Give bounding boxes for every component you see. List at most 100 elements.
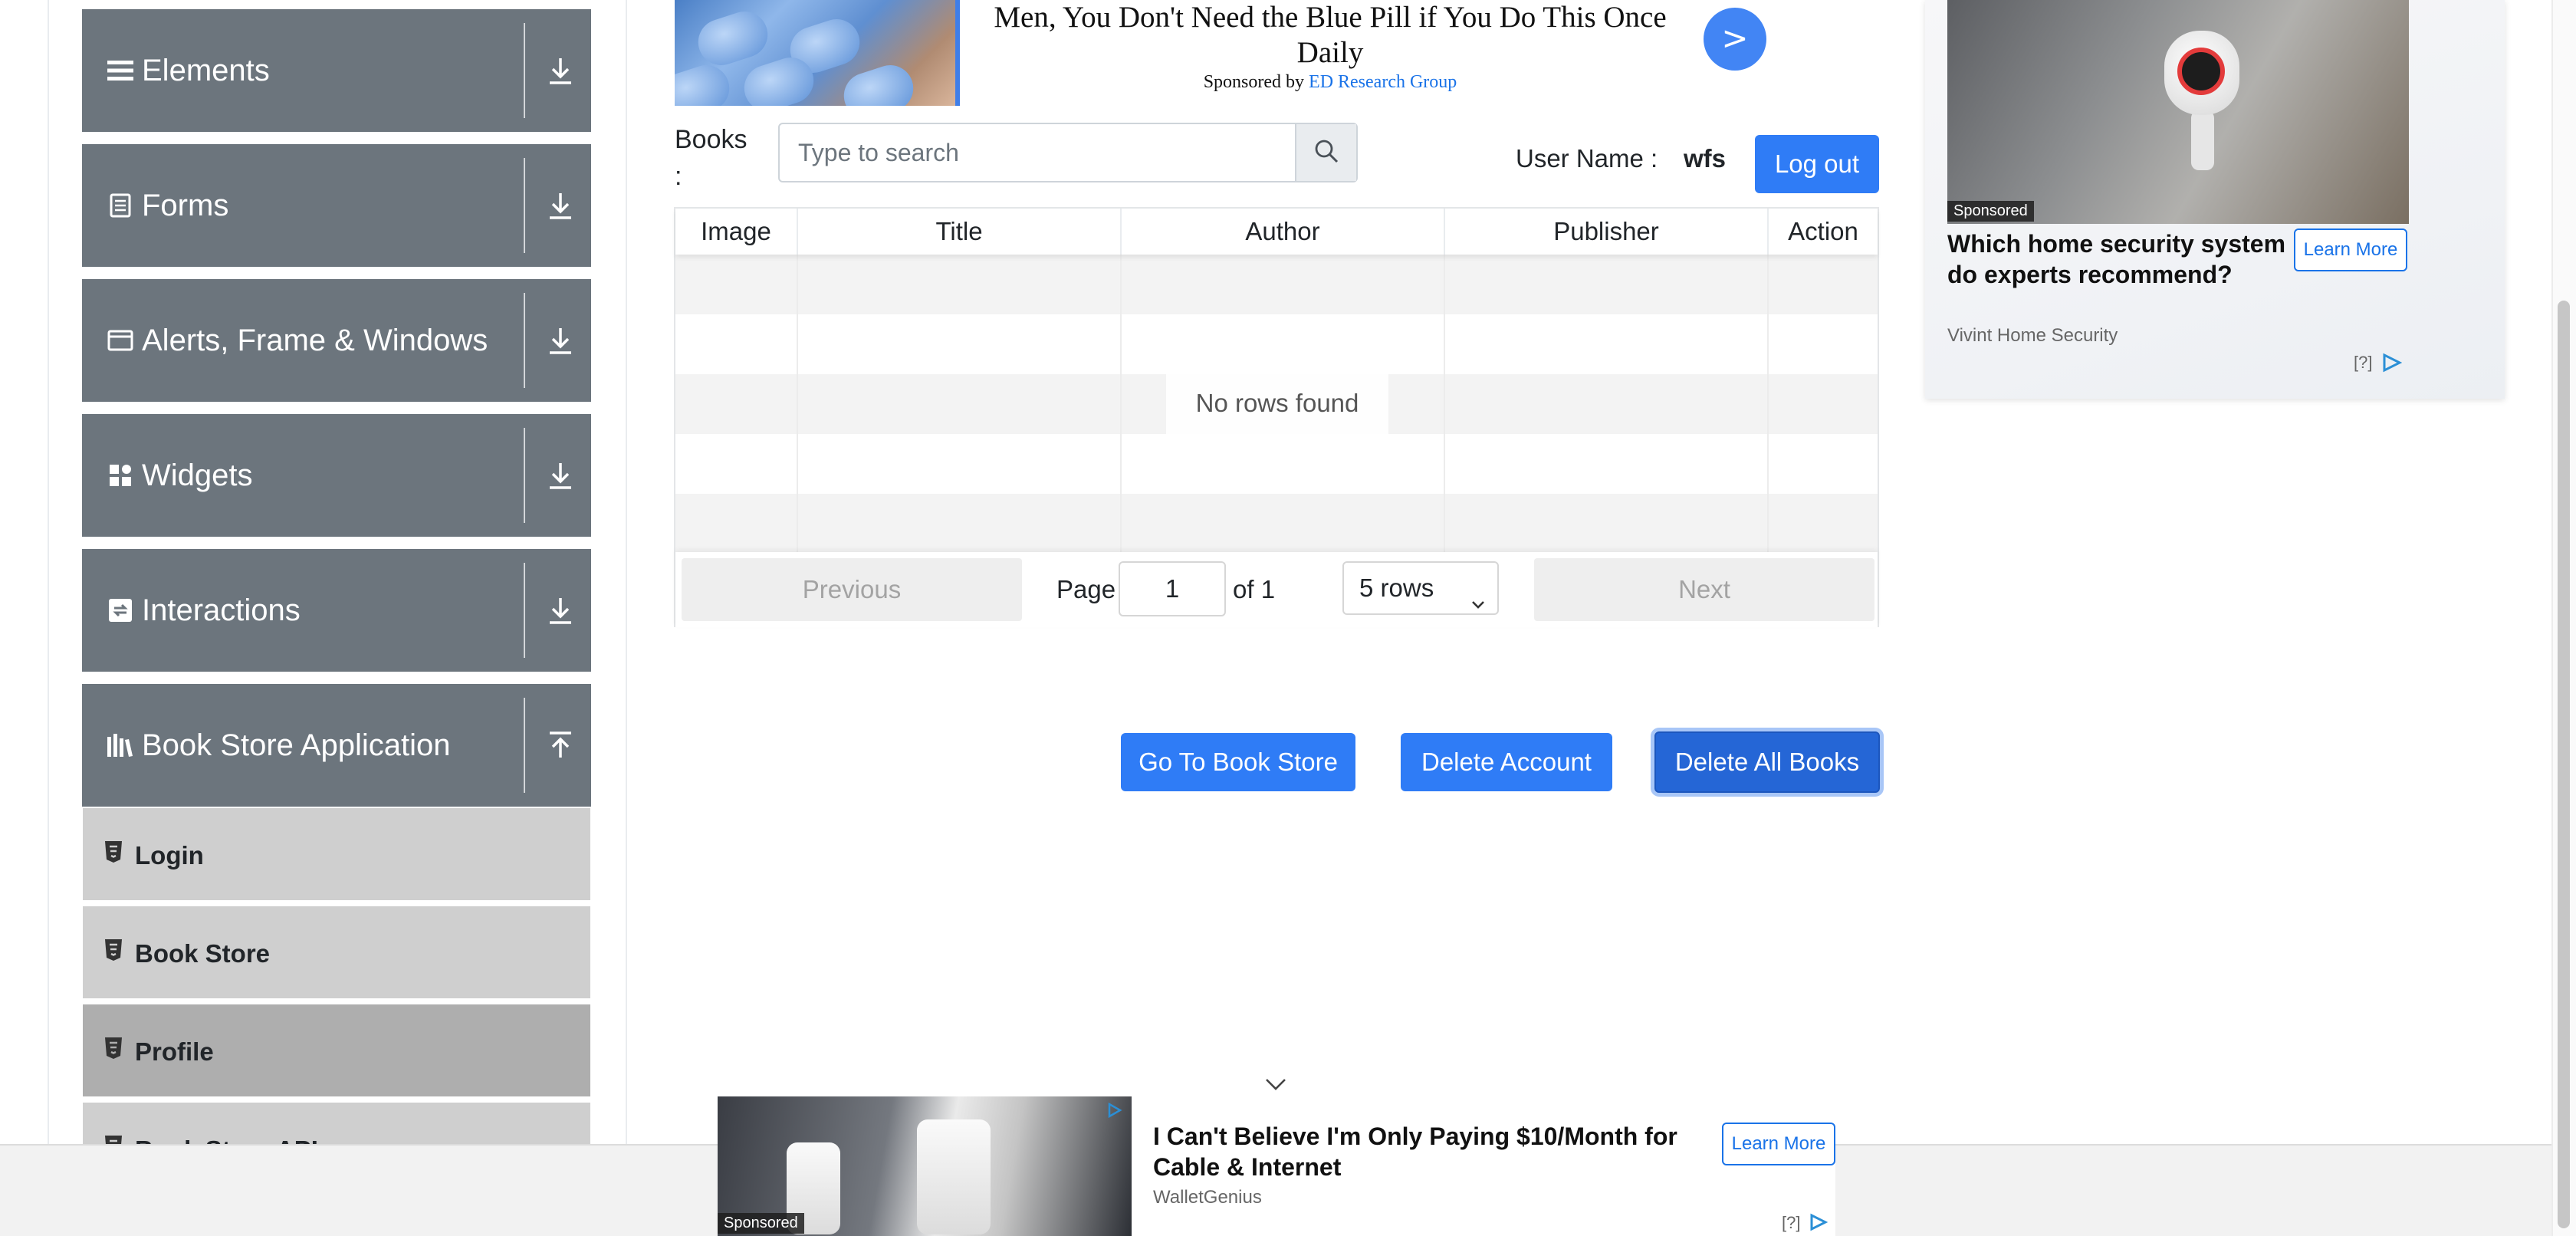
page-label: Page	[1056, 575, 1116, 603]
sidebar-right-border	[626, 0, 627, 1144]
sidebar-group-label: Interactions	[142, 593, 301, 627]
arrow-up-icon[interactable]	[542, 727, 579, 764]
logout-button[interactable]: Log out	[1755, 135, 1879, 193]
learn-more-button[interactable]: Learn More	[1722, 1123, 1835, 1165]
adchoices-icon[interactable]	[2382, 353, 2403, 376]
ad-info-label[interactable]: [?]	[2354, 353, 2372, 373]
pill-shape	[837, 59, 920, 106]
sidebar-item-profile[interactable]: Profile	[83, 1004, 590, 1100]
table-row	[675, 494, 1878, 554]
sidebar-group-label: Forms	[142, 189, 229, 222]
delete-all-books-button[interactable]: Delete All Books	[1654, 731, 1880, 793]
sidebar-group-interactions[interactable]: Interactions	[82, 549, 591, 672]
right-ad[interactable]: Sponsored Which home security system do …	[1925, 0, 2505, 399]
table-header: Image Title Author Publisher Action	[675, 209, 1878, 255]
bottom-ad[interactable]: Sponsored I Can't Believe I'm Only Payin…	[718, 1096, 1835, 1236]
divider	[524, 23, 525, 118]
next-button[interactable]: Next	[1534, 558, 1875, 621]
column-divider	[797, 255, 798, 569]
ad-go-button[interactable]: >	[1704, 8, 1766, 71]
interactions-icon	[107, 595, 134, 626]
ad-headline[interactable]: Which home security system do experts re…	[1947, 228, 2300, 290]
document-icon	[107, 190, 134, 221]
ad-brand: Vivint Home Security	[1947, 325, 2118, 346]
sidebar-group-label: Widgets	[142, 459, 253, 492]
ad-sponsor: Sponsored by ED Research Group	[974, 72, 1687, 93]
sidebar-item-label: Login	[135, 841, 204, 869]
books-label-text: Books :	[675, 125, 748, 191]
pill-shape	[675, 59, 736, 106]
arrow-down-icon[interactable]	[542, 457, 579, 494]
page-total: of 1	[1233, 575, 1276, 603]
search-icon	[1313, 138, 1339, 168]
sidebar-item-label: Profile	[135, 1037, 214, 1066]
column-divider	[1444, 255, 1445, 569]
ad-headline[interactable]: Men, You Don't Need the Blue Pill if You…	[974, 0, 1687, 71]
sidebar-group-label: Book Store Application	[142, 728, 451, 762]
adchoices-icon[interactable]	[1809, 1213, 1829, 1235]
sidebar-group-widgets[interactable]: Widgets	[82, 414, 591, 537]
page-number-input[interactable]: 1	[1119, 561, 1226, 616]
camera-stand	[2191, 110, 2214, 170]
sidebar-group-alerts[interactable]: Alerts, Frame & Windows	[82, 279, 591, 402]
delete-account-button[interactable]: Delete Account	[1401, 733, 1612, 791]
no-rows-message: No rows found	[1166, 373, 1388, 434]
arrow-down-icon[interactable]	[542, 187, 579, 224]
scrollbar-thumb[interactable]	[2558, 301, 2570, 1228]
divider	[524, 698, 525, 793]
column-header-publisher[interactable]: Publisher	[1445, 209, 1769, 255]
go-to-book-store-button[interactable]: Go To Book Store	[1121, 733, 1355, 791]
sidebar-item-book-store[interactable]: Book Store	[83, 906, 590, 1001]
ad-sponsor-brand[interactable]: ED Research Group	[1309, 72, 1457, 92]
sidebar-group-forms[interactable]: Forms	[82, 144, 591, 267]
sidebar-group-book-store-application[interactable]: Book Store Application	[82, 684, 591, 807]
user-name-label: User Name :	[1516, 144, 1658, 173]
learn-more-button[interactable]: Learn More	[2294, 228, 2407, 271]
search-button[interactable]	[1295, 124, 1356, 181]
ad-image[interactable]	[675, 0, 960, 106]
divider	[524, 563, 525, 658]
divider	[524, 293, 525, 388]
column-header-author[interactable]: Author	[1122, 209, 1445, 255]
sponsored-tag: Sponsored	[1947, 201, 2034, 222]
books-icon	[107, 730, 134, 761]
adchoices-icon[interactable]	[1107, 1102, 1122, 1122]
table-row	[675, 434, 1878, 494]
arrow-down-icon[interactable]	[542, 52, 579, 89]
divider	[524, 158, 525, 253]
widgets-icon	[107, 460, 134, 491]
ad-sponsor-prefix: Sponsored by	[1203, 72, 1305, 92]
column-header-title[interactable]: Title	[798, 209, 1122, 255]
sidebar-group-elements[interactable]: Elements	[82, 9, 591, 132]
router-shape	[917, 1119, 991, 1234]
ad-image[interactable]: Sponsored	[1947, 0, 2409, 224]
rows-per-page-select[interactable]: 5 rows	[1342, 561, 1499, 615]
sidebar-item-label: Book Store	[135, 939, 271, 968]
window-icon	[107, 325, 134, 356]
column-divider	[1120, 255, 1122, 569]
previous-button[interactable]: Previous	[682, 558, 1022, 621]
search-box	[778, 123, 1358, 182]
table-row	[675, 314, 1878, 374]
chevron-down-icon[interactable]	[1263, 1075, 1288, 1093]
ad-brand: WalletGenius	[1153, 1187, 1262, 1208]
sidebar-group-label: Elements	[142, 54, 270, 87]
sponsored-tag: Sponsored	[718, 1213, 804, 1234]
ad-info-label[interactable]: [?]	[1782, 1213, 1800, 1233]
column-header-action[interactable]: Action	[1769, 209, 1878, 255]
books-search-label: Books :	[675, 121, 751, 195]
pagination: Previous Page 1 of 1 5 rows Next	[675, 552, 1878, 627]
arrow-down-icon[interactable]	[542, 322, 579, 359]
books-table: Image Title Author Publisher Action No r…	[674, 207, 1879, 627]
sidebar-group-label: Alerts, Frame & Windows	[142, 324, 488, 357]
ad-headline[interactable]: I Can't Believe I'm Only Paying $10/Mont…	[1153, 1121, 1690, 1182]
hamburger-icon	[107, 55, 134, 86]
arrow-down-icon[interactable]	[542, 592, 579, 629]
chevron-down-icon	[1470, 580, 1487, 609]
ad-image[interactable]: Sponsored	[718, 1096, 1132, 1236]
html-icon	[104, 939, 124, 963]
column-header-image[interactable]: Image	[675, 209, 798, 255]
html-icon	[104, 1037, 124, 1061]
sidebar-item-login[interactable]: Login	[83, 808, 590, 903]
search-input[interactable]	[780, 124, 1295, 181]
